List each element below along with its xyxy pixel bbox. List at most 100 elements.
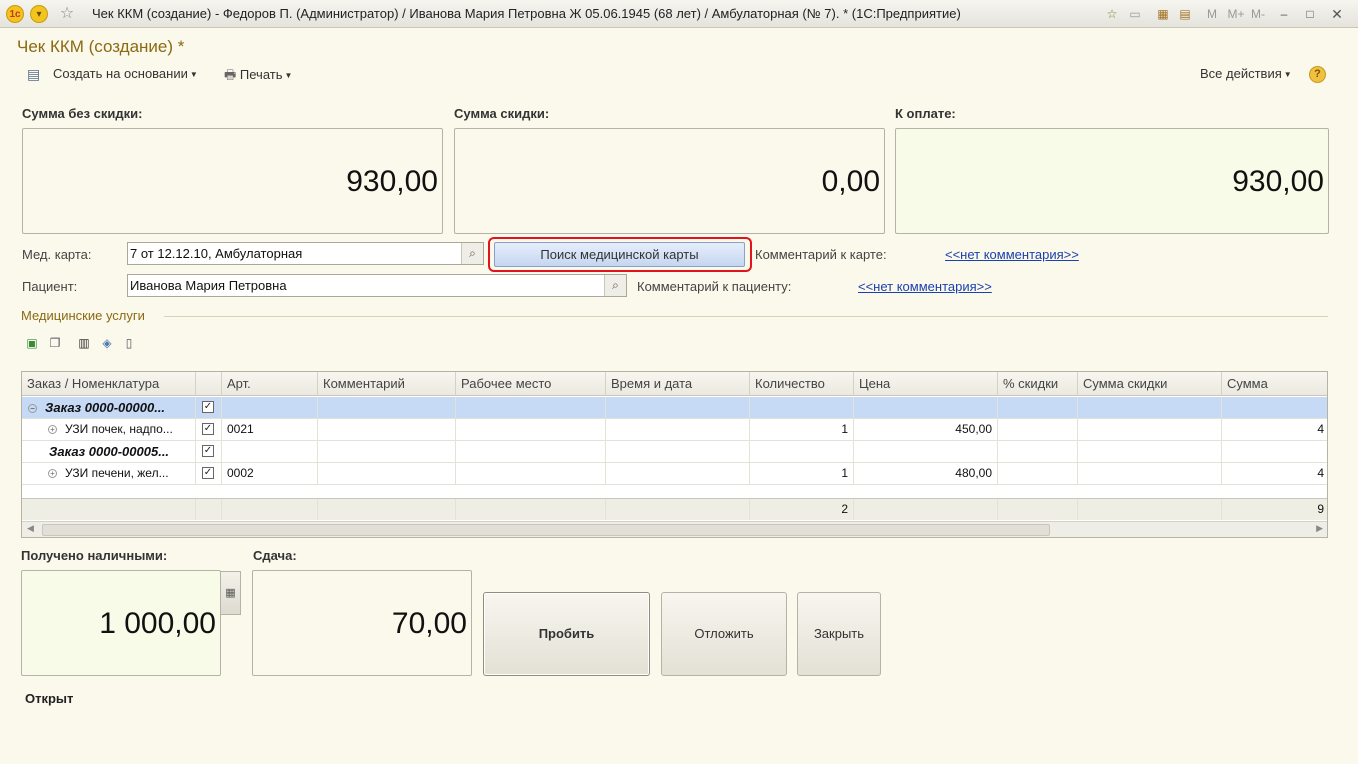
services-table[interactable]: Заказ / Номенклатура Арт. Комментарий Ра… <box>21 371 1328 538</box>
price-cell[interactable] <box>854 441 998 463</box>
column-header[interactable] <box>196 372 222 396</box>
table-cell[interactable] <box>998 463 1078 485</box>
sum-cell[interactable]: 4 <box>1222 463 1327 485</box>
search-med-card-button[interactable]: Поиск медицинской карты <box>494 242 745 267</box>
med-card-field[interactable]: 7 от 12.12.10, Амбулаторная ⌕ <box>127 242 484 265</box>
maximize-button[interactable]: □ <box>1303 5 1317 23</box>
calendar-icon[interactable]: ▤ <box>1177 5 1193 23</box>
table-cell[interactable] <box>1078 419 1222 441</box>
expand-icon[interactable]: + <box>48 469 57 478</box>
column-header[interactable]: Количество <box>750 372 854 396</box>
name-cell[interactable]: + УЗИ почек, надпо... <box>22 419 196 441</box>
price-cell[interactable] <box>854 397 998 419</box>
expand-icon[interactable]: + <box>48 425 57 434</box>
horizontal-scrollbar[interactable]: ◀ ▶ <box>22 521 1327 537</box>
column-header[interactable]: Цена <box>854 372 998 396</box>
name-cell[interactable]: − Заказ 0000-00000... <box>22 397 196 419</box>
document-list-icon[interactable]: ▤ <box>27 66 40 83</box>
table-row[interactable]: Заказ 0000-00005... ✓ <box>22 441 1327 463</box>
qty-cell[interactable] <box>750 441 854 463</box>
deselect-all-icon[interactable]: ❐ <box>47 335 63 351</box>
all-actions-menu[interactable]: Все действия ▼ <box>1200 66 1292 81</box>
table-cell[interactable] <box>318 463 456 485</box>
table-cell[interactable] <box>606 463 750 485</box>
barcode-icon[interactable]: ▥ <box>76 335 92 351</box>
patient-field[interactable]: Иванова Мария Петровна ⌕ <box>127 274 627 297</box>
table-cell[interactable] <box>998 441 1078 463</box>
create-based-on-menu[interactable]: Создать на основании ▼ <box>53 66 198 81</box>
table-cell[interactable] <box>998 419 1078 441</box>
memory-minus-button[interactable]: M- <box>1250 5 1266 23</box>
sum-cell[interactable] <box>1222 441 1327 463</box>
minimize-button[interactable]: – <box>1277 5 1291 23</box>
cash-received-field[interactable]: 1 000,00 <box>21 570 221 676</box>
search-icon[interactable]: ⌕ <box>604 275 626 296</box>
qty-cell[interactable]: 1 <box>750 463 854 485</box>
table-cell[interactable] <box>606 397 750 419</box>
table-row[interactable]: + УЗИ печени, жел... ✓ 0002 1 480,00 4 <box>22 463 1327 485</box>
check-cell[interactable]: ✓ <box>196 463 222 485</box>
memory-plus-button[interactable]: M+ <box>1226 5 1246 23</box>
sum-cell[interactable]: 4 <box>1222 419 1327 441</box>
add-favorite-icon[interactable]: ☆ <box>1104 5 1120 23</box>
search-icon[interactable]: ⌕ <box>461 243 483 264</box>
column-header[interactable]: Сумма скидки <box>1078 372 1222 396</box>
select-all-icon[interactable]: ▣ <box>24 335 40 351</box>
table-cell[interactable] <box>1078 463 1222 485</box>
name-cell[interactable]: + УЗИ печени, жел... <box>22 463 196 485</box>
table-cell[interactable] <box>456 419 606 441</box>
help-icon[interactable]: ? <box>1309 66 1326 83</box>
main-menu-icon[interactable]: ▾ <box>30 5 48 23</box>
favorite-star-icon[interactable]: ☆ <box>58 5 76 23</box>
art-cell[interactable] <box>222 397 318 419</box>
name-cell[interactable]: Заказ 0000-00005... <box>22 441 196 463</box>
row-checkbox[interactable]: ✓ <box>202 445 214 457</box>
memory-m-button[interactable]: M <box>1205 5 1219 23</box>
column-header[interactable]: % скидки <box>998 372 1078 396</box>
table-cell[interactable] <box>606 419 750 441</box>
close-button[interactable]: Закрыть <box>797 592 881 676</box>
column-header[interactable]: Арт. <box>222 372 318 396</box>
table-cell[interactable] <box>606 441 750 463</box>
calculator-button[interactable]: ▦ <box>220 571 241 615</box>
patient-comment-link[interactable]: <<нет комментария>> <box>858 279 992 294</box>
app-logo-icon[interactable]: 1c <box>6 5 24 23</box>
table-cell[interactable] <box>318 397 456 419</box>
table-cell[interactable] <box>456 397 606 419</box>
row-checkbox[interactable]: ✓ <box>202 423 214 435</box>
row-checkbox[interactable]: ✓ <box>202 467 214 479</box>
check-cell[interactable]: ✓ <box>196 419 222 441</box>
check-cell[interactable]: ✓ <box>196 441 222 463</box>
pick-services-icon[interactable]: ◈ <box>99 335 115 351</box>
table-cell[interactable] <box>456 441 606 463</box>
art-cell[interactable] <box>222 441 318 463</box>
qty-cell[interactable] <box>750 397 854 419</box>
column-header[interactable]: Рабочее место <box>456 372 606 396</box>
qty-cell[interactable]: 1 <box>750 419 854 441</box>
scroll-left-icon[interactable]: ◀ <box>27 523 34 534</box>
table-cell[interactable] <box>998 397 1078 419</box>
calculator-icon[interactable]: ▦ <box>1155 5 1171 23</box>
close-window-button[interactable]: ✕ <box>1329 5 1345 23</box>
scrollbar-thumb[interactable] <box>42 524 1050 536</box>
table-row[interactable]: + УЗИ почек, надпо... ✓ 0021 1 450,00 4 <box>22 419 1327 441</box>
check-cell[interactable]: ✓ <box>196 397 222 419</box>
defer-button[interactable]: Отложить <box>661 592 787 676</box>
card-comment-link[interactable]: <<нет комментария>> <box>945 247 1079 262</box>
table-cell[interactable] <box>318 419 456 441</box>
print-menu[interactable]: 🖶 Печать ▼ <box>224 66 292 88</box>
art-cell[interactable]: 0021 <box>222 419 318 441</box>
punch-button[interactable]: Пробить <box>483 592 650 676</box>
history-icon[interactable]: ▭ <box>1127 5 1143 23</box>
price-cell[interactable]: 480,00 <box>854 463 998 485</box>
table-cell[interactable] <box>1078 397 1222 419</box>
column-header[interactable]: Время и дата <box>606 372 750 396</box>
column-header[interactable]: Сумма <box>1222 372 1327 396</box>
price-cell[interactable]: 450,00 <box>854 419 998 441</box>
document-icon[interactable]: ▯ <box>121 335 137 351</box>
table-cell[interactable] <box>1078 441 1222 463</box>
table-row[interactable]: − Заказ 0000-00000... ✓ <box>22 397 1327 419</box>
collapse-icon[interactable]: − <box>28 404 37 413</box>
table-cell[interactable] <box>456 463 606 485</box>
sum-cell[interactable] <box>1222 397 1327 419</box>
